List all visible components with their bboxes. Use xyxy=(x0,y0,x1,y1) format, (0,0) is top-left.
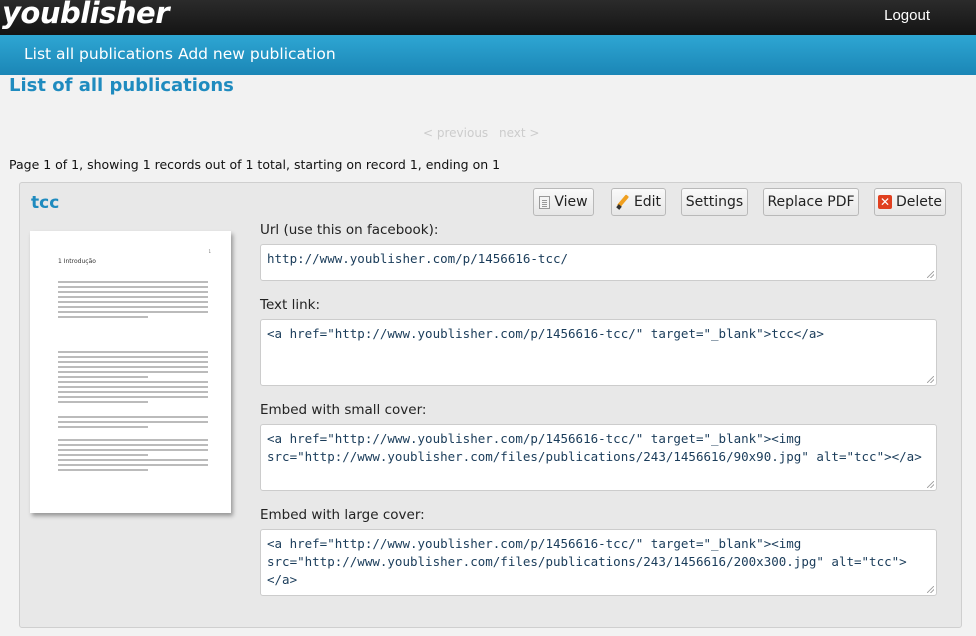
pencil-icon xyxy=(616,195,630,209)
cover-text-line xyxy=(58,291,208,293)
cover-text-line xyxy=(58,316,148,318)
nav-list-publications[interactable]: List all publications xyxy=(24,45,173,63)
url-field[interactable]: http://www.youblisher.com/p/1456616-tcc/ xyxy=(260,244,937,281)
delete-x-icon: ✕ xyxy=(878,195,892,209)
cover-text-line xyxy=(58,416,208,418)
delete-button-label: Delete xyxy=(896,194,942,210)
cover-text-line xyxy=(58,459,208,461)
cover-text-line xyxy=(58,391,208,393)
cover-text-line xyxy=(58,356,208,358)
text-link-field[interactable]: <a href="http://www.youblisher.com/p/145… xyxy=(260,319,937,386)
cover-text-line xyxy=(58,401,148,403)
cover-text-line xyxy=(58,469,148,471)
cover-text-line xyxy=(58,386,208,388)
cover-text-line xyxy=(58,439,208,441)
settings-button[interactable]: Settings xyxy=(681,188,748,216)
replace-pdf-button-label: Replace PDF xyxy=(767,194,855,210)
cover-text-line xyxy=(58,426,148,428)
site-logo[interactable]: youblisher xyxy=(2,0,170,30)
cover-text-line xyxy=(58,449,208,451)
cover-text-line xyxy=(58,296,208,298)
cover-text-line xyxy=(58,371,208,373)
pager-previous: < previous xyxy=(423,126,489,140)
url-label: Url (use this on facebook): xyxy=(260,222,439,238)
cover-text-line xyxy=(58,281,208,283)
cover-heading: 1 Introdução xyxy=(58,258,96,265)
cover-text-line xyxy=(58,311,208,313)
publication-panel: tcc View Edit Settings Replace PDF ✕ Del… xyxy=(19,182,962,628)
embed-small-cover-label: Embed with small cover: xyxy=(260,402,427,418)
cover-text-line xyxy=(58,454,148,456)
publication-cover-thumbnail[interactable]: 1 1 Introdução xyxy=(30,231,231,513)
main-nav: List all publications Add new publicatio… xyxy=(0,35,976,75)
cover-text-line xyxy=(58,381,208,383)
delete-button[interactable]: ✕ Delete xyxy=(874,188,946,216)
cover-text-line xyxy=(58,301,208,303)
page-title: List of all publications xyxy=(9,75,234,96)
cover-text-line xyxy=(58,361,208,363)
cover-text-line xyxy=(58,444,208,446)
view-button[interactable]: View xyxy=(533,188,594,216)
embed-large-cover-field[interactable]: <a href="http://www.youblisher.com/p/145… xyxy=(260,529,937,596)
text-link-label: Text link: xyxy=(260,297,321,313)
cover-text-line xyxy=(58,366,208,368)
cover-text-line xyxy=(58,376,148,378)
embed-small-cover-field[interactable]: <a href="http://www.youblisher.com/p/145… xyxy=(260,424,937,491)
document-icon xyxy=(539,195,551,209)
cover-text-line xyxy=(58,351,208,353)
edit-button[interactable]: Edit xyxy=(611,188,666,216)
embed-large-cover-label: Embed with large cover: xyxy=(260,507,425,523)
view-button-label: View xyxy=(554,194,588,210)
settings-button-label: Settings xyxy=(685,194,744,210)
cover-text-line xyxy=(58,421,208,423)
replace-pdf-button[interactable]: Replace PDF xyxy=(763,188,859,216)
logout-link[interactable]: Logout xyxy=(884,7,930,24)
cover-text-line xyxy=(58,286,208,288)
cover-text-line xyxy=(58,396,208,398)
edit-button-label: Edit xyxy=(633,194,662,210)
cover-page-number: 1 xyxy=(208,249,211,254)
pager-next: next > xyxy=(499,126,540,140)
top-header: youblisher Logout xyxy=(0,0,976,35)
publication-title[interactable]: tcc xyxy=(31,193,59,213)
cover-text-line xyxy=(58,464,208,466)
nav-add-publication[interactable]: Add new publication xyxy=(178,45,336,63)
cover-text-line xyxy=(58,306,208,308)
records-info: Page 1 of 1, showing 1 records out of 1 … xyxy=(9,157,501,172)
